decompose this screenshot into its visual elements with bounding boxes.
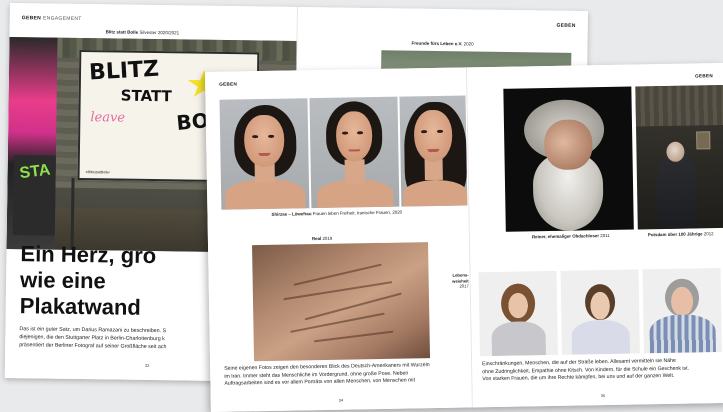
portrait-woman-1 [219, 98, 310, 210]
billboard-pink-text: leave [90, 110, 126, 126]
article-body: Einschränkungen, Menschen, die auf der S… [482, 357, 690, 383]
billboard-text-2: STATT [120, 86, 172, 106]
billboard-text-1: BLITZ [88, 56, 160, 86]
man-portrait [642, 268, 722, 354]
front-right-page: GEBEN Reiner, ehemaliger Obdachloser 201… [466, 62, 723, 408]
portrait-woman-2 [309, 96, 400, 209]
page-number: 35 [600, 393, 606, 399]
page-number: 34 [338, 397, 344, 403]
article-body: Seine eigenen Fotos zeigen den besondere… [224, 362, 430, 387]
photo-caption: Shirzae – Löwefrau Frauen leben Freiheit… [271, 209, 403, 217]
billboard-hashtag: #BlitzstattBöller [85, 170, 110, 175]
section-label: GEBEN [219, 81, 238, 87]
photo-caption: Freunde fürs Leben e.V. 2020 [411, 40, 474, 47]
front-left-page: GEBEN Shirzae – Löwefrau Frauen leben Fr… [205, 67, 473, 412]
photo-caption: Reiner, ehemaliger Obdachloser 2011 [531, 232, 610, 240]
front-magazine-spread: GEBEN Shirzae – Löwefrau Frauen leben Fr… [205, 62, 723, 412]
hands-photo [252, 242, 431, 362]
elderly-man-portrait [635, 84, 723, 230]
child-portrait-1 [478, 270, 558, 357]
photo-caption: Real 2019 [311, 235, 333, 242]
section-label: GEBEN [695, 73, 714, 79]
photo-caption: Blitz statt Bolle Silvester 2020/2021 [105, 29, 180, 36]
section-label: GEBEN [556, 22, 576, 29]
page-number: 32 [144, 362, 150, 368]
child-portrait-2 [560, 269, 640, 355]
section-label: GEBEN ENGAGEMENT [21, 15, 82, 23]
portrait-woman-3 [399, 95, 468, 207]
photo-caption: Potsdam über 100 Jährige 2012 [647, 231, 714, 238]
bearded-man-portrait [503, 86, 634, 232]
green-graffiti: STA [12, 155, 56, 236]
photo-caption: Lebens- weisheit 2017 [452, 272, 469, 289]
